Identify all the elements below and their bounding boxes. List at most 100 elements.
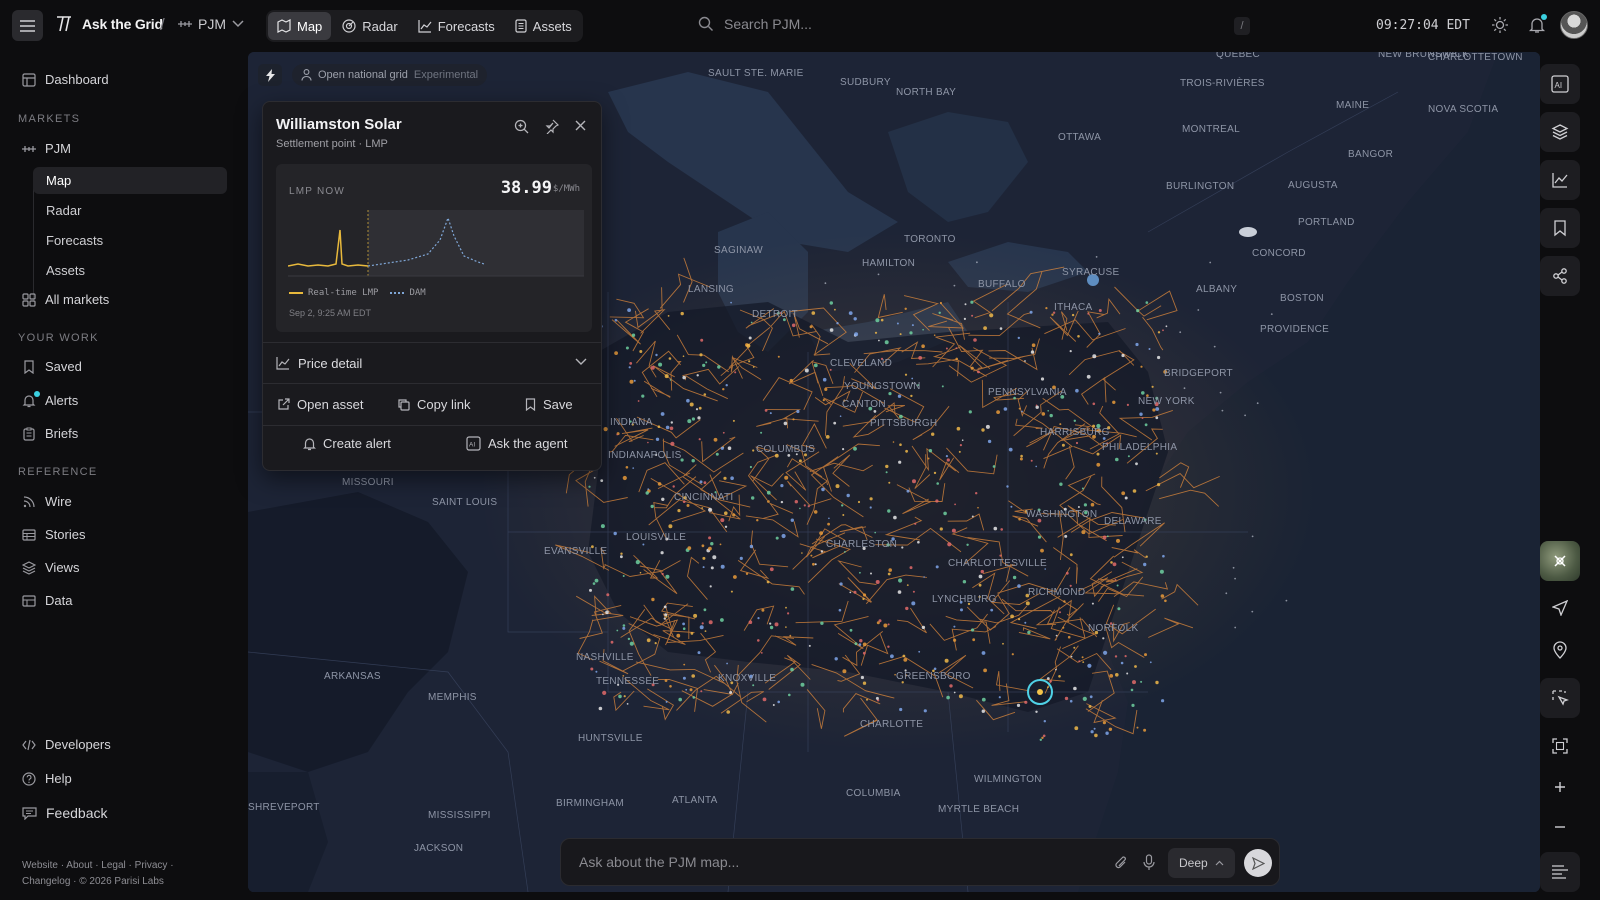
city-label: BIRMINGHAM bbox=[556, 798, 624, 809]
clock: 09:27:04 EDT bbox=[1376, 18, 1470, 33]
brand[interactable]: Ask the Grid bbox=[54, 14, 163, 34]
chart-button[interactable] bbox=[1540, 160, 1580, 200]
sidebar-item-feedback[interactable]: Feedback bbox=[22, 805, 107, 821]
share-button[interactable] bbox=[1540, 256, 1580, 296]
open-asset-button[interactable]: Open asset bbox=[277, 397, 364, 412]
city-label: COLUMBIA bbox=[846, 788, 901, 799]
zoom-out-button[interactable] bbox=[1540, 807, 1580, 847]
city-label: DELAWARE bbox=[1104, 516, 1162, 527]
lmp-value: 38.99 bbox=[500, 178, 552, 198]
city-label: INDIANAPOLIS bbox=[608, 450, 682, 461]
sidebar-item-stories[interactable]: Stories bbox=[22, 527, 85, 542]
ai-panel-button[interactable]: AI bbox=[1540, 64, 1580, 104]
city-label: SAULT STE. MARIE bbox=[708, 68, 804, 79]
city-label: PHILADELPHIA bbox=[1102, 442, 1178, 453]
person-icon bbox=[301, 69, 312, 81]
grid-icon bbox=[22, 292, 36, 307]
notification-dot bbox=[1541, 14, 1547, 20]
city-label: CONCORD bbox=[1252, 248, 1306, 259]
menu-button[interactable] bbox=[12, 10, 43, 41]
lmp-sparkline[interactable] bbox=[288, 210, 584, 280]
fit-bounds-button[interactable] bbox=[1540, 726, 1580, 766]
sidebar-item-saved[interactable]: Saved bbox=[22, 359, 82, 374]
layers-icon bbox=[22, 560, 36, 575]
sidebar-item-developers[interactable]: Developers bbox=[22, 737, 111, 752]
search-bar[interactable]: Search PJM... bbox=[698, 16, 812, 32]
ask-agent-button[interactable]: AI Ask the agent bbox=[466, 436, 568, 451]
sidebar-item-label: All markets bbox=[45, 292, 110, 307]
theme-toggle-icon[interactable] bbox=[1491, 16, 1509, 34]
layers-button[interactable] bbox=[1540, 112, 1580, 152]
city-label: BURLINGTON bbox=[1166, 181, 1235, 192]
app-name: Ask the Grid bbox=[82, 16, 163, 32]
tab-forecasts[interactable]: Forecasts bbox=[409, 12, 504, 40]
price-detail-toggle[interactable]: Price detail bbox=[263, 342, 601, 384]
city-label: NEW YORK bbox=[1138, 396, 1195, 407]
pin-icon[interactable] bbox=[544, 119, 559, 134]
city-label: YOUNGSTOWN bbox=[844, 381, 921, 392]
chevron-down-icon bbox=[232, 20, 244, 28]
sidebar-item-views[interactable]: Views bbox=[22, 560, 79, 575]
bolt-button[interactable] bbox=[258, 64, 282, 86]
microphone-icon[interactable] bbox=[1143, 854, 1155, 871]
market-switcher[interactable]: PJM bbox=[178, 16, 244, 32]
tab-map-label: Map bbox=[297, 18, 323, 34]
sidebar-item-briefs[interactable]: Briefs bbox=[22, 426, 78, 441]
legend-dam: DAM bbox=[390, 288, 426, 298]
send-button[interactable] bbox=[1244, 849, 1272, 877]
legend-button[interactable] bbox=[1540, 852, 1580, 892]
mode-select[interactable]: Deep bbox=[1168, 848, 1235, 878]
attach-icon[interactable] bbox=[1114, 855, 1128, 871]
sidebar-item-pjm[interactable]: PJM bbox=[22, 141, 71, 156]
city-label: CANTON bbox=[842, 399, 886, 410]
top-bar: Ask the Grid / PJM Map Radar Forecasts A… bbox=[0, 0, 1600, 52]
svg-text:AI: AI bbox=[469, 442, 475, 449]
notifications-button[interactable] bbox=[1528, 14, 1547, 34]
copy-link-button[interactable]: Copy link bbox=[397, 397, 470, 412]
zoom-in-button[interactable] bbox=[1540, 767, 1580, 807]
drop-pin-button[interactable] bbox=[1540, 630, 1580, 670]
footer-line-2[interactable]: Changelog · © 2026 Parisi Labs bbox=[22, 874, 222, 890]
zoom-in-icon[interactable] bbox=[514, 119, 529, 134]
footer-line-1[interactable]: Website · About · Legal · Privacy · bbox=[22, 858, 222, 874]
city-label: TORONTO bbox=[904, 234, 956, 245]
footer-links: Website · About · Legal · Privacy · Chan… bbox=[22, 858, 222, 890]
sidebar-item-data[interactable]: Data bbox=[22, 593, 72, 608]
save-button[interactable]: Save bbox=[525, 397, 573, 412]
sidebar-sub-assets[interactable]: Assets bbox=[33, 257, 227, 284]
sidebar-item-help[interactable]: Help bbox=[22, 771, 72, 786]
select-area-button[interactable] bbox=[1540, 678, 1580, 718]
city-label: AUGUSTA bbox=[1288, 180, 1338, 191]
chat-input[interactable] bbox=[579, 854, 1079, 870]
tab-assets[interactable]: Assets bbox=[506, 12, 581, 40]
search-icon bbox=[698, 16, 713, 31]
locate-button[interactable] bbox=[1540, 588, 1580, 628]
external-link-icon bbox=[278, 398, 290, 410]
city-label: NORTH BAY bbox=[896, 87, 957, 98]
sidebar-item-dashboard[interactable]: Dashboard bbox=[22, 72, 109, 87]
tab-radar[interactable]: Radar bbox=[333, 12, 406, 40]
city-label: OTTAWA bbox=[1058, 132, 1102, 143]
sidebar-sub-map[interactable]: Map bbox=[33, 167, 227, 194]
city-label: ATLANTA bbox=[672, 795, 718, 806]
city-label: NOVA SCOTIA bbox=[1428, 104, 1499, 115]
city-label: CHARLOTTE bbox=[860, 719, 924, 730]
sidebar-item-wire[interactable]: Wire bbox=[22, 494, 72, 509]
search-shortcut: / bbox=[1234, 17, 1250, 35]
sidebar-sub-forecasts[interactable]: Forecasts bbox=[33, 227, 227, 254]
create-alert-button[interactable]: Create alert bbox=[303, 436, 391, 451]
bookmarks-button[interactable] bbox=[1540, 208, 1580, 248]
sidebar-item-alerts[interactable]: Alerts bbox=[22, 390, 78, 408]
tab-map[interactable]: Map bbox=[268, 12, 332, 40]
sidebar-sub-radar[interactable]: Radar bbox=[33, 197, 227, 224]
ai-sparkle-icon: AI bbox=[1551, 75, 1569, 93]
minus-icon bbox=[1555, 826, 1565, 828]
open-national-grid-toggle[interactable]: Open national grid Experimental bbox=[292, 64, 488, 86]
basemap-thumbnail-button[interactable] bbox=[1540, 541, 1580, 581]
sidebar-item-label: Views bbox=[45, 560, 80, 575]
sidebar-item-all-markets[interactable]: All markets bbox=[22, 292, 109, 307]
avatar[interactable] bbox=[1560, 11, 1588, 39]
rt-lmp-line bbox=[288, 229, 369, 267]
city-label: GREENSBORO bbox=[896, 671, 971, 682]
close-icon[interactable] bbox=[574, 119, 587, 132]
